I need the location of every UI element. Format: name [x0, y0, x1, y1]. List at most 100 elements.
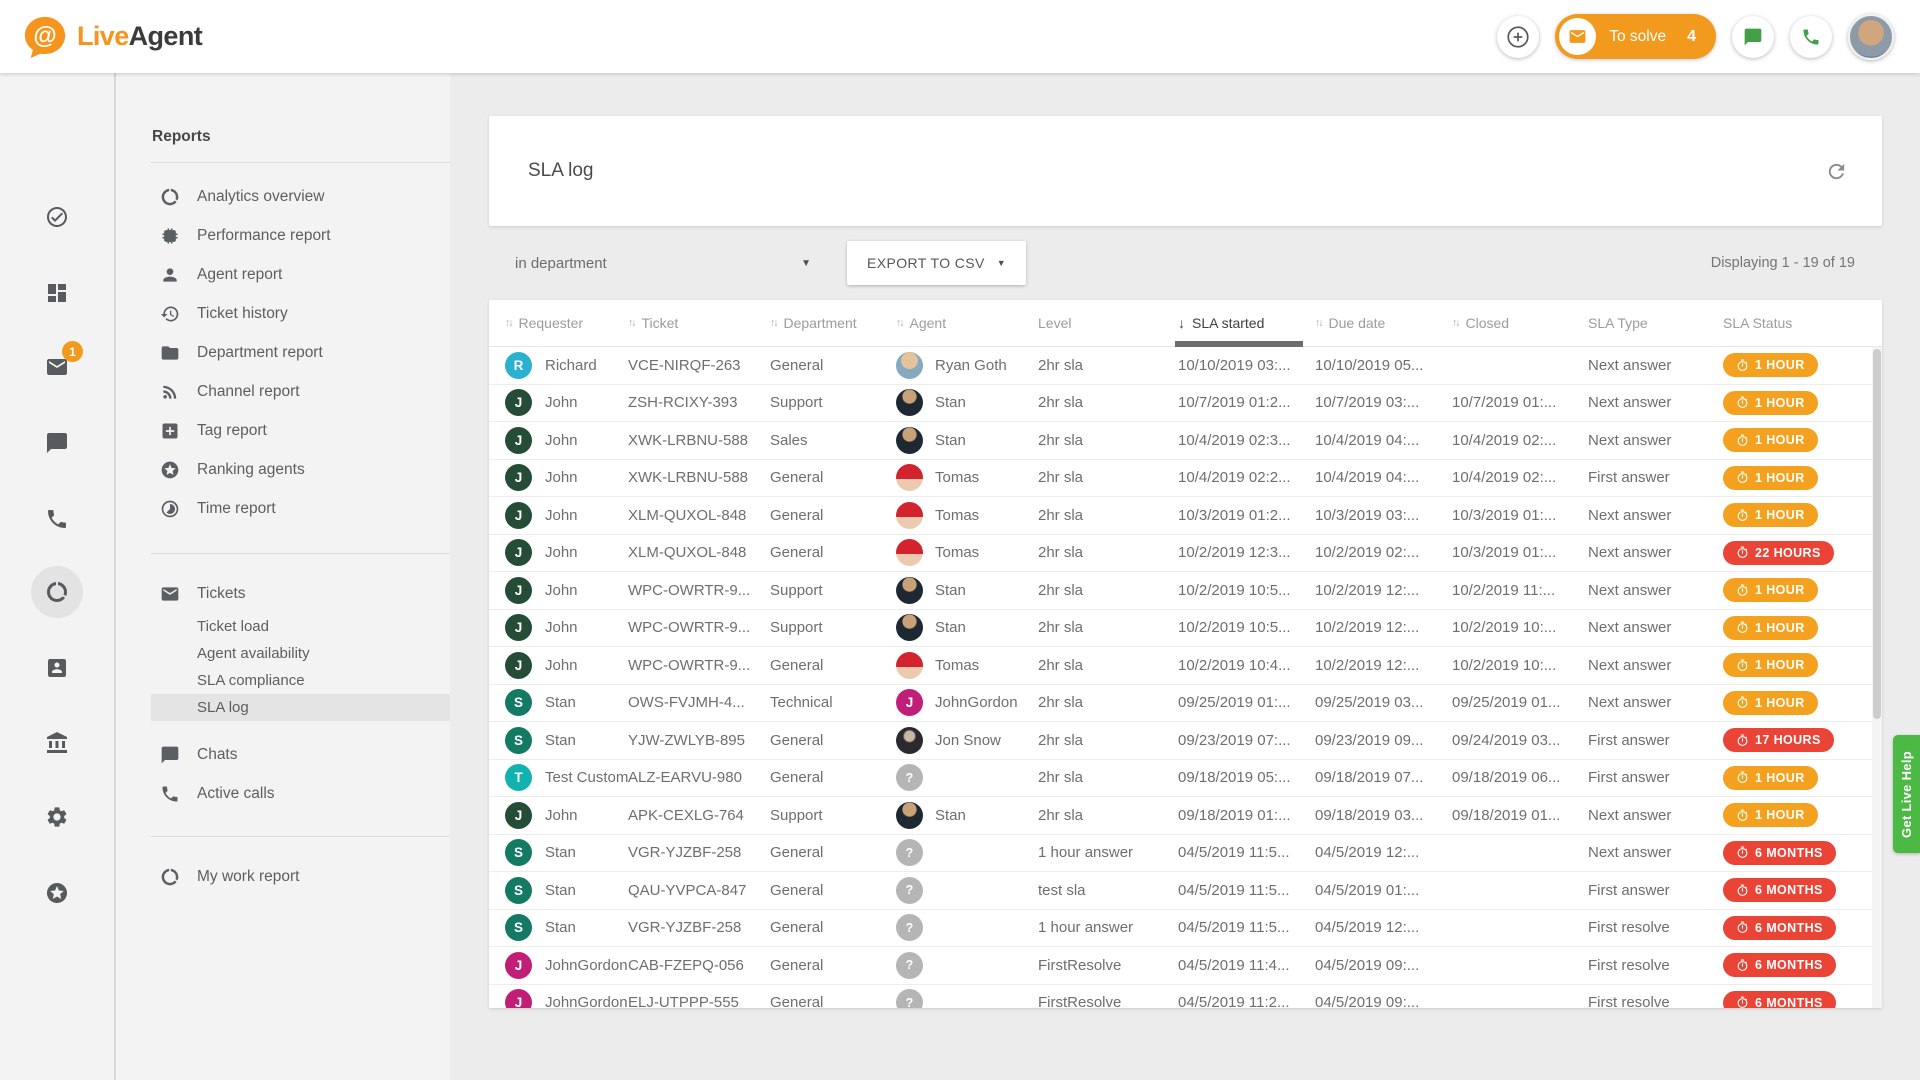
calls-button[interactable]	[1790, 16, 1832, 58]
column-header-agent[interactable]: ↑↓Agent	[896, 315, 1038, 331]
table-row[interactable]: SStanVGR-YJZBF-258General?1 hour answer0…	[489, 910, 1882, 948]
table-row[interactable]: TTest CustomerALZ-EARVU-980General?2hr s…	[489, 760, 1882, 798]
person-icon	[160, 265, 180, 285]
nav-item-ranking-agents[interactable]: Ranking agents	[116, 450, 450, 489]
cell-department: General	[770, 657, 896, 674]
to-solve-count: 4	[1687, 28, 1696, 46]
rail-item-phone[interactable]	[0, 493, 114, 545]
chat-icon	[159, 745, 181, 765]
refresh-button[interactable]	[1825, 160, 1848, 183]
rail-item-gear[interactable]	[0, 791, 114, 843]
table-row[interactable]: JJohnGordonELJ-UTPPP-555General?FirstRes…	[489, 985, 1882, 1009]
column-header-level[interactable]: Level	[1038, 315, 1178, 331]
chats-button[interactable]	[1732, 16, 1774, 58]
agent-avatar-unknown: ?	[896, 952, 923, 979]
cell-level: 2hr sla	[1038, 544, 1178, 561]
cell-requester-avatar: J	[505, 989, 545, 1008]
column-header-closed[interactable]: ↑↓Closed	[1452, 315, 1588, 331]
table-row[interactable]: SStanYJW-ZWLYB-895GeneralJon Snow2hr sla…	[489, 722, 1882, 760]
rail-item-reports[interactable]	[0, 566, 114, 618]
requester-avatar: S	[505, 877, 532, 904]
sla-status-badge: 6 MONTHS	[1723, 991, 1836, 1008]
nav-item-label: Channel report	[197, 383, 300, 401]
rail-item-contact-card[interactable]	[0, 642, 114, 694]
get-live-help-tab[interactable]: Get Live Help	[1893, 735, 1920, 853]
liveagent-logo[interactable]: @ LiveAgent	[22, 14, 202, 60]
nav-item-department-report[interactable]: Department report	[116, 333, 450, 372]
divider	[151, 836, 450, 837]
nav-item-tag-report[interactable]: Tag report	[116, 411, 450, 450]
table-row[interactable]: JJohnXWK-LRBNU-588SalesStan2hr sla10/4/2…	[489, 422, 1882, 460]
nav-item-time-report[interactable]: Time report	[116, 489, 450, 528]
rail-item-mail[interactable]: 1	[0, 341, 114, 393]
cell-agent: JJohnGordon	[896, 689, 1038, 716]
rail-item-star-circle[interactable]	[0, 867, 114, 919]
rail-item-chat[interactable]	[0, 417, 114, 469]
user-avatar[interactable]	[1848, 14, 1894, 60]
nav-section-tickets[interactable]: Tickets	[116, 574, 450, 613]
nav-section-active-calls[interactable]: Active calls	[116, 774, 450, 813]
column-header-department[interactable]: ↑↓Department	[770, 315, 896, 331]
cell-sla-started: 04/5/2019 11:5...	[1178, 882, 1315, 899]
table-row[interactable]: JJohnZSH-RCIXY-393SupportStan2hr sla10/7…	[489, 385, 1882, 423]
table-row[interactable]: RRichardVCE-NIRQF-263GeneralRyan Goth2hr…	[489, 347, 1882, 385]
table-row[interactable]: JJohnXLM-QUXOL-848GeneralTomas2hr sla10/…	[489, 497, 1882, 535]
table-scrollbar[interactable]	[1872, 347, 1882, 1008]
paging-status: Displaying 1 - 19 of 19	[1711, 255, 1855, 271]
table-row[interactable]: JJohnWPC-OWRTR-9...SupportStan2hr sla10/…	[489, 572, 1882, 610]
nav-subitem-agent-availability[interactable]: Agent availability	[151, 640, 450, 667]
nav-section-my-work-report[interactable]: My work report	[116, 857, 450, 896]
cell-sla-status: 1 HOUR	[1723, 503, 1882, 527]
nav-item-analytics-overview[interactable]: Analytics overview	[116, 177, 450, 216]
rail-item-check-circle[interactable]	[0, 191, 114, 243]
cell-requester: Test Customer	[545, 769, 628, 786]
column-header-sla-status[interactable]: SLA Status	[1723, 315, 1882, 331]
nav-item-performance-report[interactable]: Performance report	[116, 216, 450, 255]
cell-level: 2hr sla	[1038, 694, 1178, 711]
nav-item-agent-report[interactable]: Agent report	[116, 255, 450, 294]
donut-icon	[159, 867, 181, 887]
scrollbar-thumb[interactable]	[1873, 349, 1881, 719]
table-row[interactable]: SStanVGR-YJZBF-258General?1 hour answer0…	[489, 835, 1882, 873]
table-row[interactable]: JJohnXLM-QUXOL-848GeneralTomas2hr sla10/…	[489, 535, 1882, 573]
rail-item-dashboard[interactable]	[0, 267, 114, 319]
cell-agent: ?	[896, 914, 1038, 941]
column-header-sla-type[interactable]: SLA Type	[1588, 315, 1723, 331]
cell-closed: 10/3/2019 01:...	[1452, 507, 1588, 524]
column-header-ticket[interactable]: ↑↓Ticket	[628, 315, 770, 331]
table-row[interactable]: SStanOWS-FVJMH-4...TechnicalJJohnGordon2…	[489, 685, 1882, 723]
to-solve-label: To solve	[1609, 28, 1666, 46]
nav-section-chats[interactable]: Chats	[116, 735, 450, 774]
cell-department: Support	[770, 807, 896, 824]
nav-item-ticket-history[interactable]: Ticket history	[116, 294, 450, 333]
nav-item-label: Agent report	[197, 266, 282, 284]
nav-subitem-sla-compliance[interactable]: SLA compliance	[151, 667, 450, 694]
cell-requester: John	[545, 657, 628, 674]
department-dropdown[interactable]: in department ▼	[515, 255, 811, 272]
table-row[interactable]: JJohnXWK-LRBNU-588GeneralTomas2hr sla10/…	[489, 460, 1882, 498]
column-label: Closed	[1466, 315, 1510, 331]
column-header-requester[interactable]: ↑↓Requester	[505, 315, 628, 331]
to-solve-button[interactable]: To solve 4	[1555, 14, 1716, 59]
table-body: RRichardVCE-NIRQF-263GeneralRyan Goth2hr…	[489, 347, 1882, 1008]
cell-level: 2hr sla	[1038, 732, 1178, 749]
sla-status-label: 6 MONTHS	[1755, 958, 1823, 972]
table-row[interactable]: JJohnAPK-CEXLG-764SupportStan2hr sla09/1…	[489, 797, 1882, 835]
stopwatch-icon	[1736, 846, 1749, 859]
table-row[interactable]: SStanQAU-YVPCA-847General?test sla04/5/2…	[489, 872, 1882, 910]
column-header-due-date[interactable]: ↑↓Due date	[1315, 315, 1452, 331]
cell-sla-type: Next answer	[1588, 432, 1723, 449]
export-csv-button[interactable]: EXPORT TO CSV ▼	[847, 241, 1026, 285]
table-row[interactable]: JJohnWPC-OWRTR-9...GeneralTomas2hr sla10…	[489, 647, 1882, 685]
column-header-sla-started[interactable]: ↓SLA started	[1178, 315, 1315, 331]
add-button[interactable]	[1497, 16, 1539, 58]
nav-subitem-sla-log[interactable]: SLA log	[151, 694, 450, 721]
table-row[interactable]: JJohnWPC-OWRTR-9...SupportStan2hr sla10/…	[489, 610, 1882, 648]
rail-item-bank[interactable]	[0, 717, 114, 769]
cell-requester: John	[545, 394, 628, 411]
nav-subitem-ticket-load[interactable]: Ticket load	[151, 613, 450, 640]
sla-status-badge: 22 HOURS	[1723, 541, 1834, 565]
table-row[interactable]: JJohnGordonCAB-FZEPQ-056General?FirstRes…	[489, 947, 1882, 985]
sort-both-icon: ↑↓	[770, 317, 777, 329]
nav-item-channel-report[interactable]: Channel report	[116, 372, 450, 411]
